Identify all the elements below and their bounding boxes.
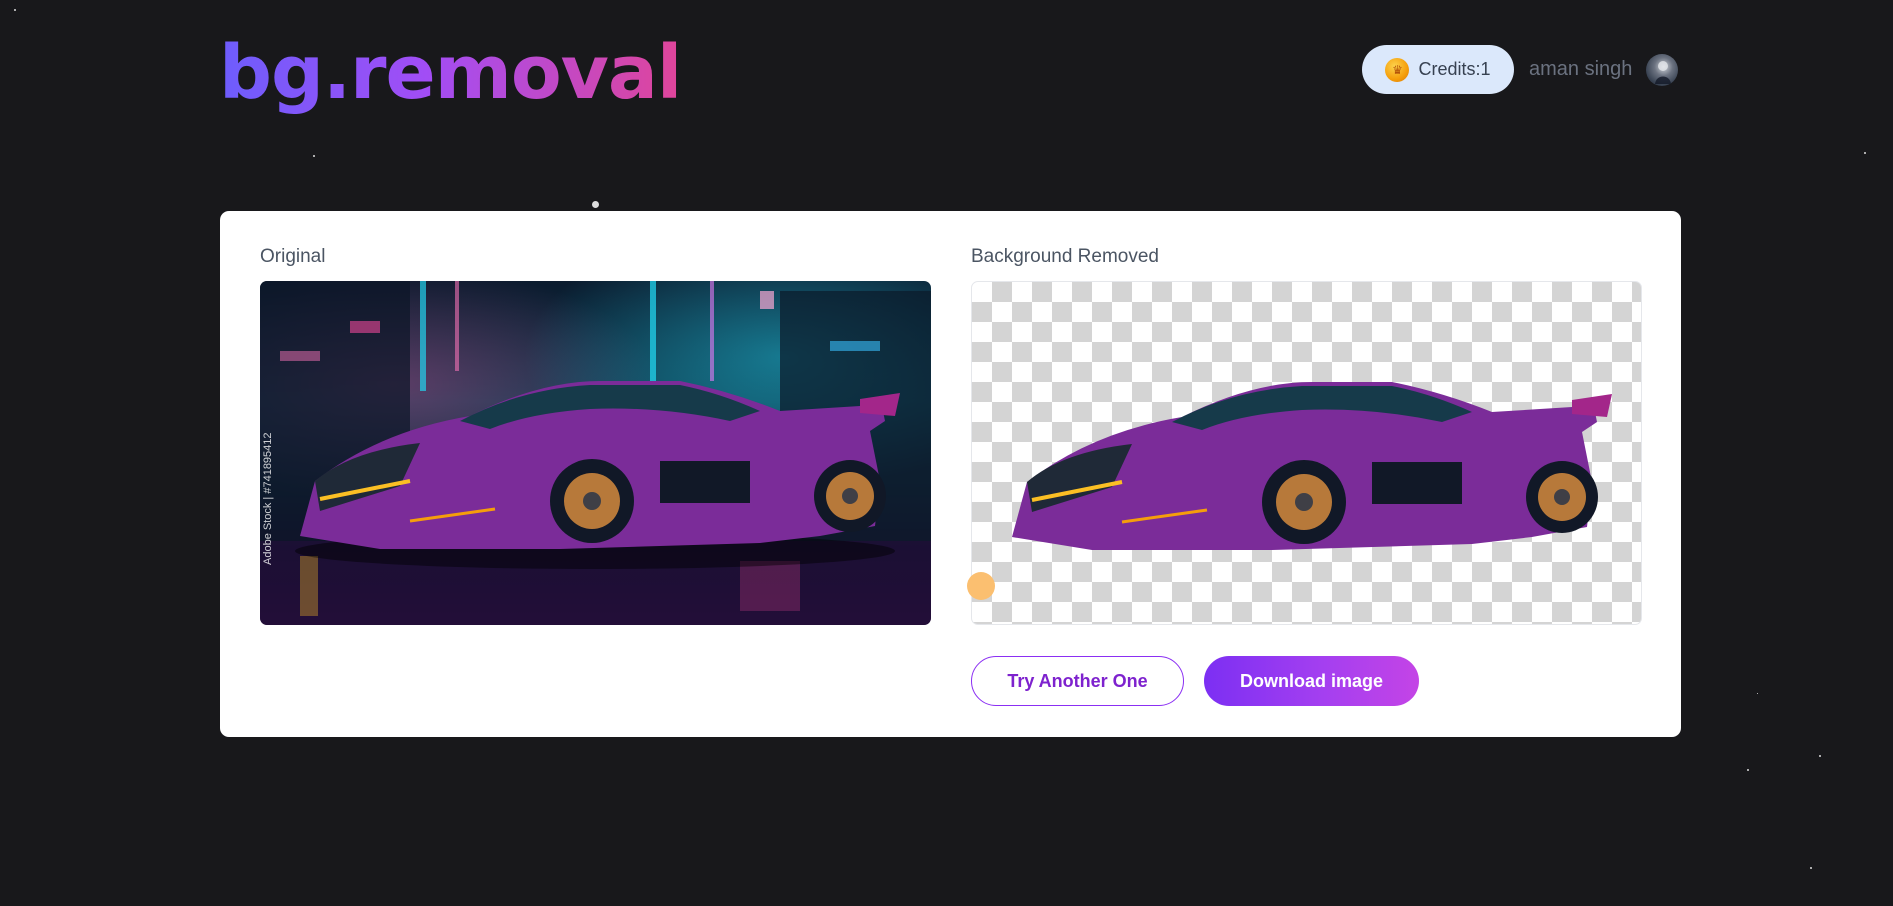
download-image-button[interactable]: Download image: [1204, 656, 1419, 706]
result-card: Original Background Removed Adobe Stock …: [220, 211, 1681, 737]
background-removed-label: Background Removed: [971, 246, 1159, 267]
credits-button[interactable]: ♛ Credits:1: [1362, 45, 1514, 94]
car-cutout-graphic: [1012, 382, 1612, 550]
app-logo[interactable]: bg.removal: [219, 28, 682, 118]
background-removed-image: [971, 281, 1642, 625]
original-image: Adobe Stock | #741895412: [260, 281, 931, 625]
credits-label: Credits:1: [1418, 59, 1491, 79]
stock-watermark: Adobe Stock | #741895412: [262, 432, 274, 565]
star-decoration: [1747, 769, 1749, 771]
original-label: Original: [260, 246, 326, 267]
star-decoration: [1819, 755, 1821, 757]
star-decoration: [1757, 693, 1758, 694]
star-decoration: [592, 201, 599, 208]
avatar-figure-icon: [1655, 61, 1671, 84]
username: aman singh: [1529, 58, 1633, 80]
star-decoration: [1810, 867, 1812, 869]
crown-coin-icon: ♛: [1385, 57, 1410, 82]
star-decoration: [313, 155, 315, 157]
car-graphic: [295, 381, 900, 569]
star-decoration: [1864, 152, 1866, 154]
comparison-slider-handle[interactable]: [967, 572, 995, 600]
try-another-button[interactable]: Try Another One: [971, 656, 1184, 706]
star-decoration: [14, 9, 16, 11]
user-avatar[interactable]: [1646, 54, 1678, 86]
